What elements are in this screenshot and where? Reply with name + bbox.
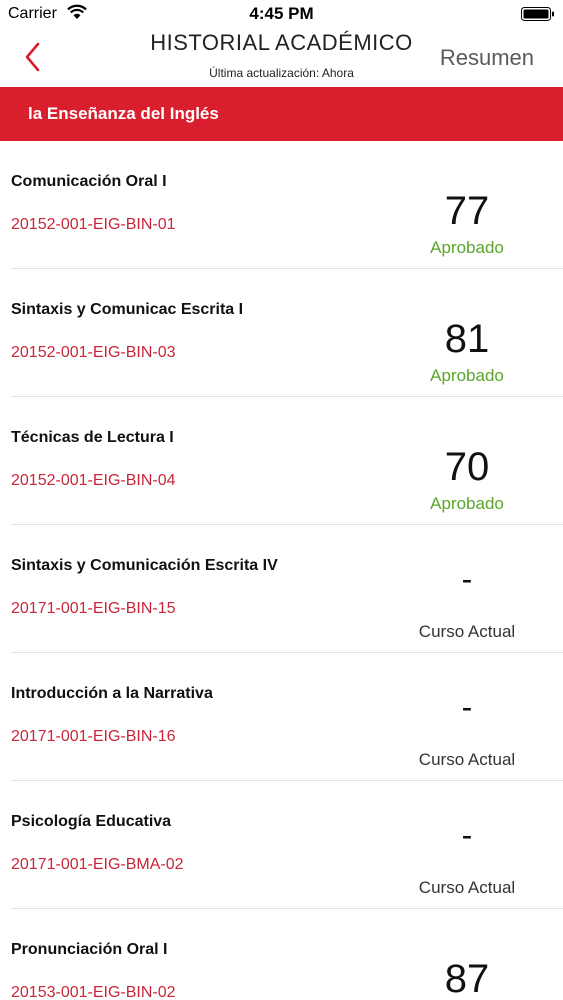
course-code: 20171-001-EIG-BMA-02: [11, 856, 184, 873]
course-status: Aprobado: [430, 366, 504, 385]
course-status: Aprobado: [430, 494, 504, 513]
course-name: Comunicación Oral I: [11, 173, 167, 190]
course-row[interactable]: Psicología Educativa 20171-001-EIG-BMA-0…: [0, 781, 563, 909]
course-grade: -: [461, 561, 473, 597]
course-code: 20152-001-EIG-BIN-04: [11, 472, 176, 489]
course-row[interactable]: Introducción a la Narrativa 20171-001-EI…: [0, 653, 563, 781]
course-name: Sintaxis y Comunicac Escrita I: [11, 301, 244, 318]
course-name: Sintaxis y Comunicación Escrita IV: [11, 557, 278, 574]
course-name: Psicología Educativa: [11, 813, 172, 830]
course-code: 20171-001-EIG-BIN-15: [11, 600, 176, 617]
course-code: 20152-001-EIG-BIN-01: [11, 216, 176, 233]
course-grade: 70: [444, 445, 490, 489]
course-list: Comunicación Oral I 20152-001-EIG-BIN-01…: [0, 141, 563, 1000]
course-row[interactable]: Sintaxis y Comunicación Escrita IV 20171…: [0, 525, 563, 653]
course-name: Introducción a la Narrativa: [11, 685, 213, 702]
navigation-bar: HISTORIAL ACADÉMICO Última actualización…: [0, 28, 563, 86]
course-grade: -: [461, 689, 473, 725]
course-name: Pronunciación Oral I: [11, 941, 168, 958]
course-code: 20171-001-EIG-BIN-16: [11, 728, 176, 745]
course-status: Curso Actual: [418, 878, 516, 897]
program-section-header: la Enseñanza del Inglés: [0, 87, 563, 141]
course-grade: 87: [444, 957, 490, 1000]
course-row[interactable]: Pronunciación Oral I 20153-001-EIG-BIN-0…: [0, 909, 563, 1000]
course-code: 20153-001-EIG-BIN-02: [11, 984, 176, 1000]
course-name: Técnicas de Lectura I: [11, 429, 174, 446]
course-row[interactable]: Sintaxis y Comunicac Escrita I 20152-001…: [0, 269, 563, 397]
course-status: Curso Actual: [418, 622, 516, 641]
course-grade: 77: [444, 189, 490, 233]
summary-button[interactable]: Resumen: [440, 45, 534, 71]
course-row[interactable]: Comunicación Oral I 20152-001-EIG-BIN-01…: [0, 141, 563, 269]
course-status: Aprobado: [430, 238, 504, 257]
status-bar: Carrier 4:45 PM: [0, 0, 563, 28]
program-title: la Enseñanza del Inglés: [28, 104, 219, 123]
course-grade: -: [461, 817, 473, 853]
course-code: 20152-001-EIG-BIN-03: [11, 344, 176, 361]
battery-icon: [521, 7, 554, 21]
clock: 4:45 PM: [249, 4, 314, 23]
course-status: Curso Actual: [418, 750, 516, 769]
course-row[interactable]: Técnicas de Lectura I 20152-001-EIG-BIN-…: [0, 397, 563, 525]
course-grade: 81: [444, 317, 490, 361]
